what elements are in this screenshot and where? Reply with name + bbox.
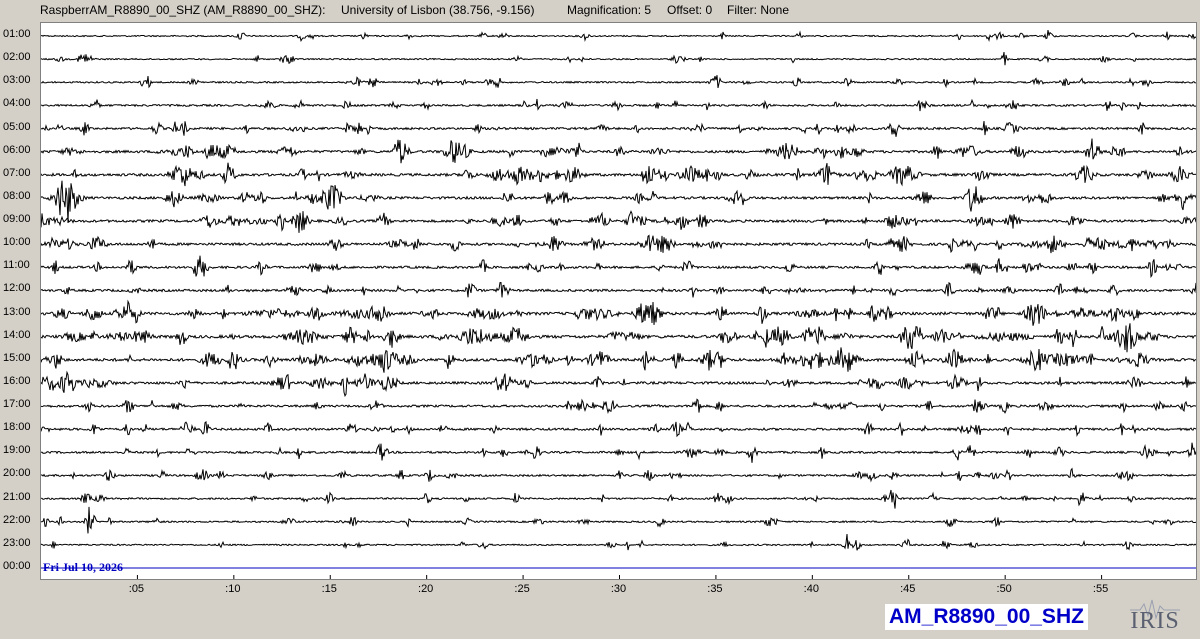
date-label: Fri Jul 10, 2026: [43, 560, 123, 574]
trace-line: [41, 75, 1196, 89]
hour-label: 15:00: [3, 351, 31, 364]
trace-line: [41, 370, 1196, 398]
hour-label: 11:00: [3, 259, 30, 272]
offset-text: Offset: 0: [667, 3, 713, 17]
hour-label: 19:00: [3, 444, 31, 457]
hour-label: 08:00: [3, 189, 31, 202]
trace-line: [41, 255, 1196, 279]
hour-label: 09:00: [3, 213, 31, 226]
hour-label: 13:00: [3, 305, 31, 318]
helicorder-plot: [40, 22, 1197, 580]
station-title: RaspberrAM_R8890_00_SHZ (AM_R8890_00_SHZ…: [40, 3, 326, 17]
logo-text: IRIS: [1130, 608, 1180, 634]
minute-tick-label: :55: [1092, 583, 1109, 595]
trace-line: [41, 467, 1196, 483]
trace-line: [41, 52, 1196, 66]
trace-line: [41, 180, 1196, 224]
minute-tick-label: :25: [514, 583, 530, 595]
hour-label: 18:00: [3, 421, 31, 434]
hour-label: 07:00: [3, 166, 31, 179]
hour-label: 17:00: [3, 398, 31, 411]
minute-tick-label: :45: [900, 583, 916, 595]
hour-label: 21:00: [3, 490, 31, 503]
header-bar: RaspberrAM_R8890_00_SHZ (AM_R8890_00_SHZ…: [0, 0, 1200, 18]
hour-label: 10:00: [3, 236, 31, 249]
minute-tick-label: :50: [996, 583, 1012, 595]
hour-label: 05:00: [3, 120, 31, 133]
minute-tick-label: :30: [610, 583, 627, 595]
magnification-text: Magnification: 5: [567, 3, 652, 17]
trace-line: [41, 120, 1196, 137]
minute-tick-label: :15: [321, 583, 337, 595]
hour-label: 03:00: [3, 74, 31, 87]
hour-label: 06:00: [3, 143, 31, 156]
hour-label: 14:00: [3, 328, 31, 341]
hour-label: 20:00: [3, 467, 31, 480]
trace-line: [41, 281, 1196, 298]
trace-line: [41, 30, 1196, 43]
minute-tick-label: :40: [803, 583, 819, 595]
trace-line: [41, 162, 1196, 187]
hour-label: 12:00: [3, 282, 31, 295]
trace-line: [41, 138, 1196, 164]
location-text: University of Lisbon (38.756, -9.156): [341, 3, 535, 17]
seismogram-traces: [41, 30, 1196, 579]
trace-line: [41, 347, 1196, 373]
filter-text: Filter: None: [727, 3, 790, 17]
hour-label: 01:00: [3, 28, 31, 40]
trace-line: [41, 323, 1196, 353]
trace-line: [41, 489, 1196, 509]
trace-line: [41, 210, 1196, 233]
minute-tick-label: :05: [128, 583, 145, 595]
hour-label: 16:00: [3, 374, 31, 387]
hour-label: 00:00: [3, 559, 31, 572]
minute-tick-label: :35: [707, 583, 723, 595]
minute-tick-label: :10: [225, 583, 241, 595]
minute-tick-label: :20: [418, 583, 434, 595]
trace-line: [41, 506, 1196, 534]
trace-line: [41, 299, 1196, 326]
iris-logo: IRIS: [1130, 596, 1180, 634]
hour-label: 04:00: [3, 97, 31, 110]
station-label: AM_R8890_00_SHZ: [885, 604, 1088, 630]
trace-line: [41, 442, 1196, 463]
trace-line: [41, 533, 1196, 551]
trace-line: [41, 234, 1196, 254]
hour-label: 22:00: [3, 513, 31, 526]
hour-label: 23:00: [3, 536, 31, 549]
trace-line: [41, 420, 1196, 438]
trace-line: [41, 98, 1196, 112]
hour-label: 02:00: [3, 51, 31, 64]
trace-line: [41, 398, 1196, 414]
